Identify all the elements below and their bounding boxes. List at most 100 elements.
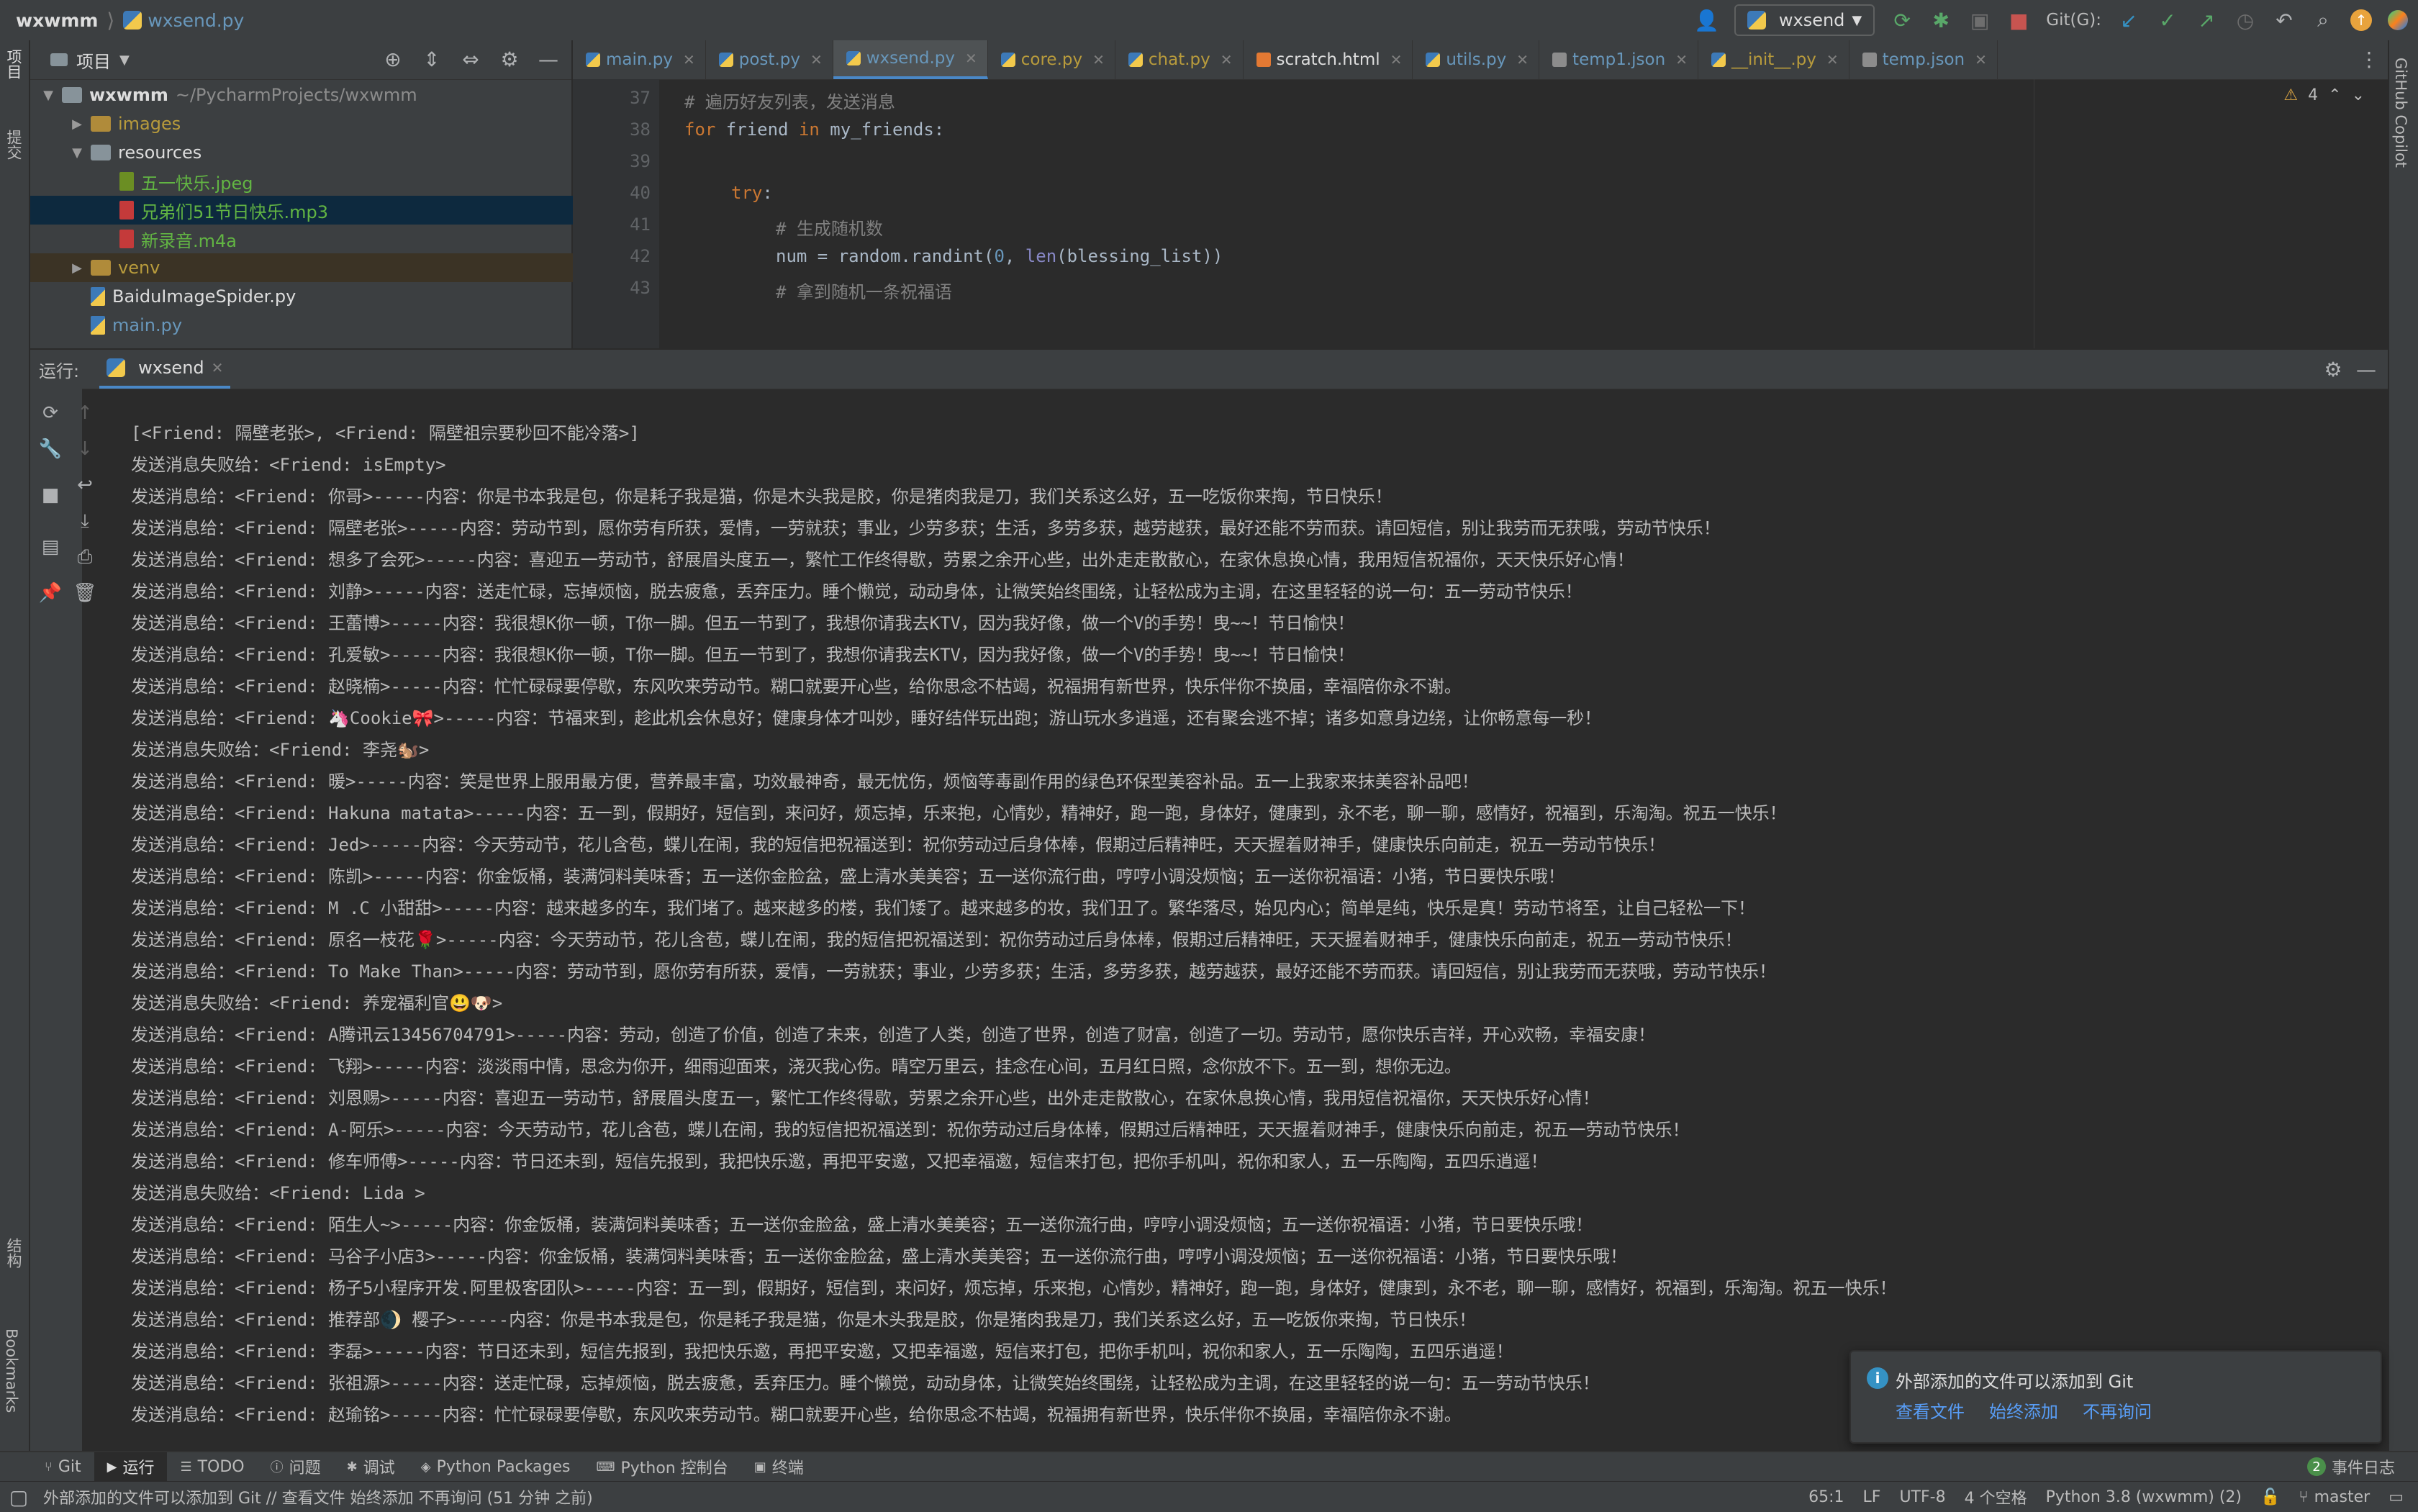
bottom-tab[interactable]: ▶ 运行 [94,1452,168,1481]
tree-item[interactable]: 五一快乐.jpeg [30,167,639,196]
git-push-icon[interactable]: ↗ [2195,9,2218,32]
editor-tab[interactable]: main.py ✕ [573,40,706,79]
git-update-icon[interactable]: ↙ [2117,9,2140,32]
structure-tool-tab[interactable]: 结构 [3,1238,24,1268]
close-icon[interactable]: ✕ [212,359,224,376]
bottom-tab[interactable]: ▣ 终端 [741,1452,817,1481]
arrow-up-icon[interactable]: ↑ [71,399,99,427]
editor-tab[interactable]: post.py ✕ [706,40,833,79]
expand-all-icon[interactable]: ⇕ [420,47,443,71]
tree-item[interactable]: 兄弟们51节日快乐.mp3 [30,196,639,225]
panel-toggle-icon[interactable]: ▢ [7,1485,30,1509]
chevron-down-icon[interactable]: ▼ [40,88,56,103]
tree-item[interactable]: ▶ venv [30,253,610,282]
chevron-right-icon[interactable]: ▶ [69,261,85,276]
editor-tab[interactable]: temp1.json ✕ [1539,40,1698,79]
debug-bug-icon[interactable]: ✱ [1929,9,1952,32]
editor-tab[interactable]: utils.py ✕ [1413,40,1540,79]
rerun-icon[interactable]: ⟳ [36,399,65,427]
memory-indicator-icon[interactable]: ▭ [2388,1488,2404,1506]
tree-item[interactable]: ▼ wxwmm ~/PycharmProjects/wxwmm [30,81,581,109]
run-tab-wxsend[interactable]: wxsend ✕ [99,350,231,389]
stop-icon[interactable]: ■ [2007,9,2030,32]
python-interpreter[interactable]: Python 3.8 (wxwmm) (2) [2046,1488,2242,1506]
close-icon[interactable]: ✕ [1221,51,1233,68]
chevron-down-icon[interactable]: ▼ [119,53,130,68]
chevron-down-icon[interactable]: ⌄ [2352,86,2365,104]
event-log-button[interactable]: 2 事件日志 [2306,1452,2395,1481]
close-icon[interactable]: ✕ [683,51,695,68]
trash-icon[interactable]: 🗑 [71,579,99,607]
coverage-icon[interactable]: ▣ [1968,9,1991,32]
soft-wrap-icon[interactable]: ↩ [71,471,99,499]
close-icon[interactable]: ✕ [1675,51,1688,68]
tree-item[interactable]: 新录音.m4a [30,225,639,253]
breadcrumb-file[interactable]: wxsend.py [148,10,244,31]
copilot-tool-tab[interactable]: GitHub Copilot [2392,58,2409,168]
tree-item[interactable]: ▼ resources [30,138,610,167]
gear-icon[interactable]: ⚙ [2322,358,2345,381]
close-icon[interactable]: ✕ [1975,51,1987,68]
user-add-icon[interactable]: 👤 [1694,9,1719,32]
layout-icon[interactable]: ▤ [36,533,65,561]
breadcrumb-project[interactable]: wxwmm [16,10,98,31]
git-branch-widget[interactable]: ⑂ master [2299,1488,2370,1506]
bottom-tab[interactable]: ⑂ Git [32,1452,94,1481]
editor-tab[interactable]: __init__.py ✕ [1698,40,1849,79]
bottom-tab[interactable]: ⌨ Python 控制台 [584,1452,741,1481]
bottom-tab[interactable]: ◈ Python Packages [408,1452,584,1481]
lock-icon[interactable]: 🔓 [2260,1488,2280,1506]
editor-tab[interactable]: chat.py ✕ [1115,40,1244,79]
git-commit-icon[interactable]: ✓ [2156,9,2179,32]
close-icon[interactable]: ✕ [1092,51,1105,68]
file-encoding[interactable]: UTF-8 [1899,1488,1945,1506]
run-config-selector[interactable]: wxsend ▼ [1734,4,1875,36]
rerun-icon[interactable]: ⟳ [1891,9,1914,32]
print-icon[interactable]: ⎙ [71,543,99,571]
update-available-icon[interactable]: ↑ [2350,9,2372,31]
caret-position[interactable]: 65:1 [1808,1488,1844,1506]
stop-icon[interactable]: ■ [36,481,65,510]
chevron-up-icon[interactable]: ⌃ [2328,86,2341,104]
close-icon[interactable]: ✕ [1390,51,1403,68]
console-output[interactable]: [<Friend: 隔壁老张>, <Friend: 隔壁祖宗要秒回不能冷落>] 发… [131,389,2383,1451]
collapse-all-icon[interactable]: ⇔ [459,47,482,71]
close-icon[interactable]: ✕ [1826,51,1839,68]
more-tabs-icon[interactable]: ⋮ [2358,47,2381,71]
scroll-to-end-icon[interactable]: ⤓ [71,507,99,535]
line-separator[interactable]: LF [1863,1488,1881,1506]
bottom-tab[interactable]: ☰ TODO [167,1452,257,1481]
inspection-widget[interactable]: ⚠ 4 ⌃ ⌄ [2283,86,2365,104]
hide-icon[interactable]: — [2355,358,2378,381]
bookmarks-tool-tab[interactable]: Bookmarks [3,1328,20,1413]
project-panel-title[interactable]: 项目 [76,47,111,73]
chevron-down-icon[interactable]: ▼ [69,145,85,160]
bottom-tab[interactable]: ⓘ 问题 [258,1452,334,1481]
tree-item[interactable]: ▶ images [30,109,610,138]
chevron-right-icon[interactable]: ▶ [69,117,85,132]
rollback-icon[interactable]: ↶ [2273,9,2296,32]
locate-icon[interactable]: ⊕ [381,47,404,71]
project-tool-tab[interactable]: 项目 [3,49,24,79]
view-files-link[interactable]: 查看文件 [1896,1398,1965,1423]
pin-icon[interactable]: 📌 [36,579,65,607]
dont-ask-link[interactable]: 不再询问 [2083,1398,2152,1423]
close-icon[interactable]: ✕ [810,51,823,68]
close-icon[interactable]: ✕ [965,50,977,67]
commit-tool-tab[interactable]: 提交 [3,130,24,160]
status-message[interactable]: 外部添加的文件可以添加到 Git // 查看文件 始终添加 不再询问 (51 分… [0,1485,593,1508]
wrench-icon[interactable]: 🔧 [36,435,65,463]
editor-tab[interactable]: wxsend.py ✕ [833,40,988,79]
close-icon[interactable]: ✕ [1516,51,1529,68]
gear-icon[interactable]: ⚙ [498,47,521,71]
editor-tab[interactable]: scratch.html ✕ [1244,40,1413,79]
editor-tab[interactable]: temp.json ✕ [1849,40,1998,79]
hide-icon[interactable]: — [537,47,560,71]
jetbrains-logo-icon[interactable] [2388,10,2408,30]
search-icon[interactable]: ⌕ [2311,8,2335,32]
editor-tab[interactable]: core.py ✕ [988,40,1115,79]
arrow-down-icon[interactable]: ↓ [71,435,99,463]
indent-setting[interactable]: 4 个空格 [1965,1485,2027,1508]
always-add-link[interactable]: 始终添加 [1989,1398,2058,1423]
tree-item[interactable]: BaiduImageSpider.py [30,282,610,311]
